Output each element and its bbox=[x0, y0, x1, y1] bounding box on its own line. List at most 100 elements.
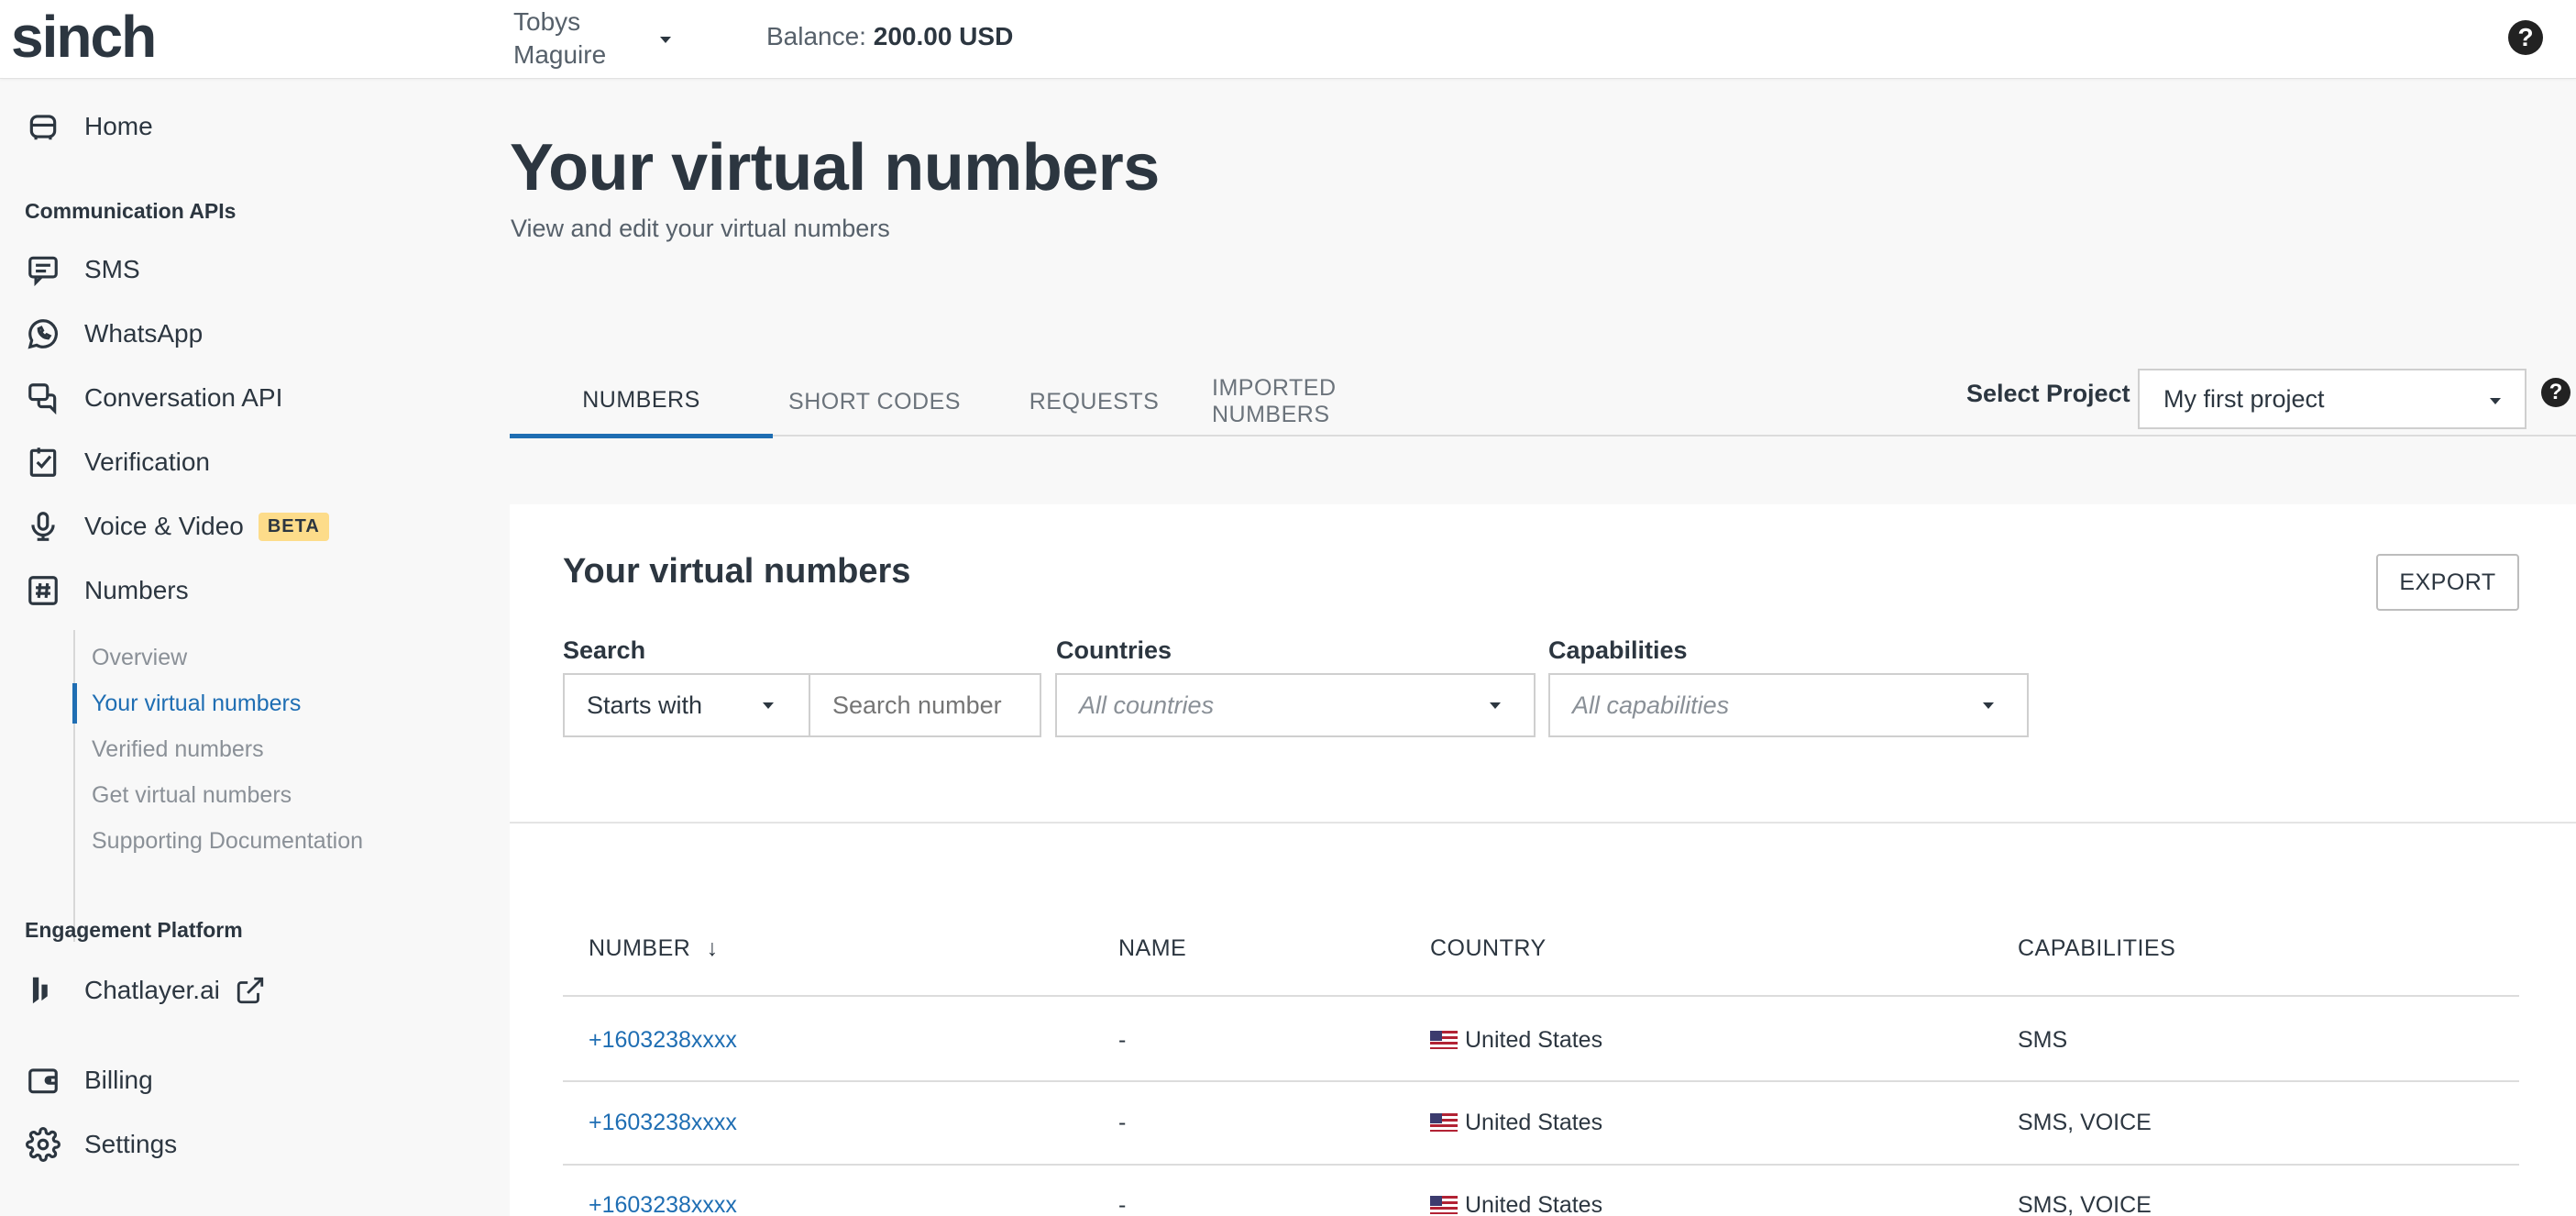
table-row-capabilities: SMS, VOICE bbox=[2018, 1110, 2152, 1135]
subnav-item-get-virtual-numbers[interactable]: Get virtual numbers bbox=[92, 782, 292, 809]
microphone-icon bbox=[24, 507, 62, 546]
project-select-value: My first project bbox=[2163, 385, 2325, 413]
home-icon bbox=[24, 107, 62, 146]
sidebar-item-chatlayer[interactable]: Chatlayer.ai bbox=[24, 967, 266, 1013]
capabilities-select[interactable]: All capabilities bbox=[1548, 673, 2029, 737]
balance-display: Balance: 200.00 USD bbox=[766, 22, 1013, 51]
help-icon[interactable]: ? bbox=[2541, 378, 2570, 407]
tab-imported-numbers[interactable]: IMPORTED NUMBERS bbox=[1212, 367, 1448, 437]
countries-select[interactable]: All countries bbox=[1055, 673, 1536, 737]
beta-badge: BETA bbox=[258, 512, 329, 541]
sidebar: Home Communication APIs SMS WhatsApp Con… bbox=[0, 80, 477, 1216]
verification-icon bbox=[24, 443, 62, 481]
subnav-item-verified-numbers[interactable]: Verified numbers bbox=[92, 736, 264, 763]
sidebar-item-billing[interactable]: Billing bbox=[24, 1057, 153, 1103]
sidebar-item-home[interactable]: Home bbox=[24, 104, 153, 149]
table-row-number-link[interactable]: +1603238xxxx bbox=[589, 1110, 737, 1136]
sidebar-item-label: Conversation API bbox=[84, 383, 283, 412]
sidebar-item-label: SMS bbox=[84, 255, 140, 283]
column-header-country[interactable]: COUNTRY bbox=[1430, 935, 1547, 962]
countries-label: Countries bbox=[1056, 636, 1172, 664]
row-divider bbox=[563, 1164, 2519, 1166]
chevron-down-icon bbox=[1490, 702, 1501, 709]
country-label: United States bbox=[1465, 1110, 1603, 1135]
subnav-item-overview[interactable]: Overview bbox=[92, 645, 187, 671]
capabilities-label: Capabilities bbox=[1548, 636, 1688, 664]
search-mode-select[interactable]: Starts with bbox=[563, 673, 810, 737]
column-header-label: NUMBER bbox=[589, 935, 691, 961]
card-title: Your virtual numbers bbox=[563, 552, 911, 591]
sidebar-item-label: Home bbox=[84, 112, 153, 140]
column-header-capabilities[interactable]: CAPABILITIES bbox=[2018, 935, 2175, 962]
sidebar-item-label: Settings bbox=[84, 1130, 178, 1158]
help-icon[interactable]: ? bbox=[2508, 20, 2543, 55]
sidebar-item-voice-video[interactable]: Voice & Video BETA bbox=[24, 503, 329, 549]
divider bbox=[510, 822, 2576, 824]
select-project-label: Select Project bbox=[1966, 380, 2130, 407]
tab-numbers[interactable]: NUMBERS bbox=[510, 367, 773, 438]
sidebar-item-label: Numbers bbox=[84, 576, 189, 604]
virtual-numbers-card: Your virtual numbers EXPORT Search Start… bbox=[510, 504, 2576, 1216]
page-subtitle: View and edit your virtual numbers bbox=[511, 215, 890, 242]
table-row-number-link[interactable]: +1603238xxxx bbox=[589, 1192, 737, 1216]
active-indicator bbox=[72, 683, 77, 724]
table-row-name: - bbox=[1118, 1110, 1127, 1135]
search-label: Search bbox=[563, 636, 646, 664]
sidebar-item-verification[interactable]: Verification bbox=[24, 439, 210, 485]
table-row-number-link[interactable]: +1603238xxxx bbox=[589, 1027, 737, 1054]
sidebar-item-label: Billing bbox=[84, 1066, 153, 1094]
tab-requests[interactable]: REQUESTS bbox=[976, 367, 1212, 437]
gear-icon bbox=[24, 1125, 62, 1164]
sidebar-item-settings[interactable]: Settings bbox=[24, 1122, 177, 1167]
sidebar-item-numbers[interactable]: Numbers bbox=[24, 568, 189, 614]
sidebar-item-conversation-api[interactable]: Conversation API bbox=[24, 375, 282, 421]
user-menu[interactable]: Tobys Maguire bbox=[513, 6, 633, 72]
wallet-icon bbox=[24, 1061, 62, 1100]
chevron-down-icon bbox=[1983, 702, 1994, 709]
table-row-capabilities: SMS bbox=[2018, 1027, 2068, 1053]
balance-value: 200.00 USD bbox=[873, 22, 1014, 50]
table-row-name: - bbox=[1118, 1192, 1127, 1216]
section-communication-apis: Communication APIs bbox=[25, 199, 237, 223]
sms-icon bbox=[24, 250, 62, 289]
sinch-logo[interactable]: sinch bbox=[11, 7, 157, 66]
us-flag-icon bbox=[1430, 1113, 1458, 1132]
capabilities-select-value: All capabilities bbox=[1572, 691, 1730, 719]
chevron-down-icon bbox=[763, 702, 774, 709]
hashtag-icon bbox=[24, 571, 62, 610]
sidebar-item-sms[interactable]: SMS bbox=[24, 247, 140, 293]
sidebar-item-whatsapp[interactable]: WhatsApp bbox=[24, 311, 203, 357]
column-header-name[interactable]: NAME bbox=[1118, 935, 1186, 962]
sidebar-item-label: WhatsApp bbox=[84, 319, 204, 348]
conversation-icon bbox=[24, 379, 62, 417]
us-flag-icon bbox=[1430, 1031, 1458, 1049]
subnav-item-supporting-documentation[interactable]: Supporting Documentation bbox=[92, 828, 363, 855]
us-flag-icon bbox=[1430, 1196, 1458, 1214]
chevron-down-icon[interactable] bbox=[660, 37, 671, 43]
tab-short-codes[interactable]: SHORT CODES bbox=[773, 367, 976, 437]
sort-arrow-icon[interactable]: ↓ bbox=[707, 935, 719, 961]
external-link-icon bbox=[235, 975, 266, 1006]
column-header-number[interactable]: NUMBER ↓ bbox=[589, 935, 719, 962]
table-row-country: United States bbox=[1430, 1192, 1602, 1216]
whatsapp-icon bbox=[24, 315, 62, 353]
project-select[interactable]: My first project bbox=[2138, 369, 2526, 429]
section-engagement-platform: Engagement Platform bbox=[25, 918, 243, 942]
table-row-name: - bbox=[1118, 1027, 1127, 1053]
page-title: Your virtual numbers bbox=[510, 131, 1160, 205]
row-divider bbox=[563, 1080, 2519, 1082]
chevron-down-icon bbox=[2490, 398, 2501, 404]
top-bar: sinch Tobys Maguire Balance: 200.00 USD … bbox=[0, 0, 2576, 79]
sidebar-item-label: Verification bbox=[84, 448, 210, 476]
country-label: United States bbox=[1465, 1192, 1603, 1216]
numbers-subnav: Overview Your virtual numbers Verified n… bbox=[72, 630, 403, 942]
balance-label: Balance: bbox=[766, 22, 866, 50]
table-row-capabilities: SMS, VOICE bbox=[2018, 1192, 2152, 1216]
sidebar-item-label: Chatlayer.ai bbox=[84, 976, 220, 1004]
export-button[interactable]: EXPORT bbox=[2376, 554, 2519, 611]
table-row-country: United States bbox=[1430, 1027, 1602, 1054]
search-input[interactable] bbox=[809, 673, 1041, 737]
country-label: United States bbox=[1465, 1027, 1603, 1053]
subnav-item-your-virtual-numbers[interactable]: Your virtual numbers bbox=[92, 691, 301, 717]
table-header-divider bbox=[563, 995, 2519, 997]
